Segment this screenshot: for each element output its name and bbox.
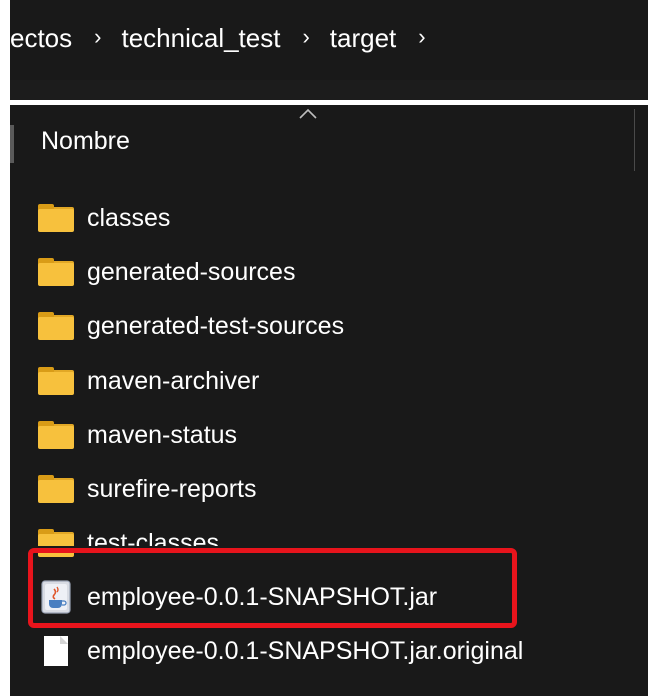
folder-icon [38,475,74,503]
list-item-generated-test-sources[interactable]: generated-test-sources [38,306,344,346]
column-header-name[interactable]: Nombre [41,127,130,156]
list-item-label: maven-archiver [87,366,260,395]
list-item-surefire-reports[interactable]: surefire-reports [38,469,257,509]
list-item-generated-sources[interactable]: generated-sources [38,252,295,292]
list-item-label: surefire-reports [87,474,257,503]
column-edge [10,125,14,163]
breadcrumb-separator-icon[interactable]: › [302,24,309,50]
list-item-label: generated-test-sources [87,311,345,340]
java-jar-icon [41,580,71,614]
address-bar[interactable]: ectos › technical_test › target › [10,0,648,80]
folder-icon [38,312,74,340]
folder-icon [38,529,74,557]
window-edge [0,0,10,696]
list-item-label: generated-sources [87,257,296,286]
breadcrumb-item-technical-test[interactable]: technical_test [121,23,280,54]
list-item-label: test-classes [87,528,219,557]
blank-file-icon [44,636,68,666]
list-item-classes[interactable]: classes [38,198,170,238]
breadcrumb-separator-icon[interactable]: › [94,24,101,50]
list-item-label: employee-0.0.1-SNAPSHOT.jar.original [87,636,524,665]
folder-icon [38,421,74,449]
toolbar-gap [10,80,648,102]
folder-icon [38,258,74,286]
breadcrumb-item-proyectos[interactable]: ectos [10,23,72,54]
list-item-maven-status[interactable]: maven-status [38,415,237,455]
list-item-label: maven-status [87,420,238,449]
list-item-label: classes [87,203,171,232]
breadcrumb: ectos › technical_test › target › [10,18,446,58]
folder-icon [38,204,74,232]
column-resize-handle[interactable] [634,109,635,171]
list-item-employee-jar[interactable]: employee-0.0.1-SNAPSHOT.jar [38,577,437,617]
folder-icon [38,367,74,395]
file-list: Nombre classes generated-sources generat… [10,105,648,696]
list-item-maven-archiver[interactable]: maven-archiver [38,361,259,401]
list-item-employee-jar-original[interactable]: employee-0.0.1-SNAPSHOT.jar.original [38,631,523,671]
list-item-test-classes[interactable]: test-classes [38,523,219,563]
row-clip [10,546,648,548]
breadcrumb-separator-icon[interactable]: › [418,24,425,50]
breadcrumb-item-target[interactable]: target [330,23,397,54]
list-item-label: employee-0.0.1-SNAPSHOT.jar [87,582,438,611]
sort-ascending-icon [299,108,317,119]
